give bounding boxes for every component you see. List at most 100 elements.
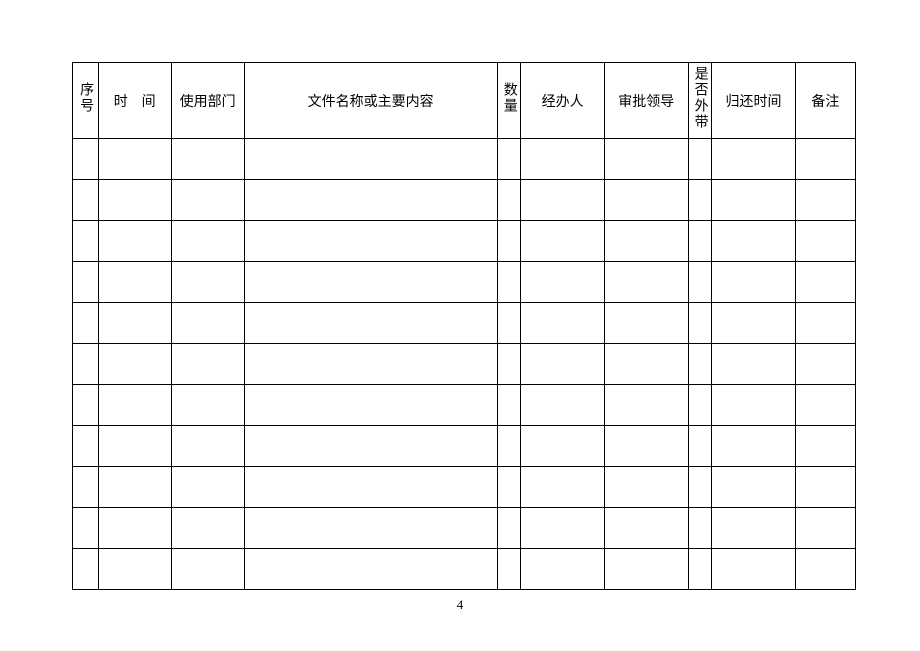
cell-remark — [795, 426, 855, 467]
cell-dept — [171, 344, 244, 385]
cell-handler — [521, 139, 605, 180]
cell-return_time — [712, 385, 796, 426]
header-handler-label: 经办人 — [542, 95, 584, 110]
cell-dept — [171, 262, 244, 303]
cell-time — [98, 508, 171, 549]
cell-handler — [521, 549, 605, 590]
cell-filename — [244, 549, 497, 590]
cell-return_time — [712, 344, 796, 385]
cell-handler — [521, 385, 605, 426]
cell-takeout — [688, 262, 712, 303]
cell-time — [98, 221, 171, 262]
cell-takeout — [688, 467, 712, 508]
header-takeout: 是否外带 — [688, 63, 712, 139]
header-return-label: 归还时间 — [726, 95, 782, 110]
header-dept: 使用部门 — [171, 63, 244, 139]
cell-seq — [73, 344, 99, 385]
cell-takeout — [688, 180, 712, 221]
cell-takeout — [688, 385, 712, 426]
cell-remark — [795, 303, 855, 344]
header-seq-label: 序号 — [78, 82, 93, 114]
cell-approver — [604, 385, 688, 426]
cell-dept — [171, 385, 244, 426]
header-approver: 审批领导 — [604, 63, 688, 139]
header-qty-label: 数量 — [501, 82, 516, 114]
cell-takeout — [688, 426, 712, 467]
cell-seq — [73, 221, 99, 262]
cell-time — [98, 467, 171, 508]
header-dept-label: 使用部门 — [180, 95, 236, 110]
cell-qty — [497, 549, 521, 590]
cell-return_time — [712, 508, 796, 549]
cell-approver — [604, 508, 688, 549]
cell-seq — [73, 180, 99, 221]
table-row — [73, 549, 856, 590]
cell-handler — [521, 180, 605, 221]
header-qty: 数量 — [497, 63, 521, 139]
header-filename-label: 文件名称或主要内容 — [308, 95, 434, 110]
cell-qty — [497, 508, 521, 549]
cell-approver — [604, 262, 688, 303]
cell-time — [98, 180, 171, 221]
cell-return_time — [712, 549, 796, 590]
cell-takeout — [688, 303, 712, 344]
cell-filename — [244, 344, 497, 385]
cell-seq — [73, 385, 99, 426]
cell-dept — [171, 221, 244, 262]
cell-filename — [244, 508, 497, 549]
cell-qty — [497, 385, 521, 426]
cell-filename — [244, 426, 497, 467]
cell-filename — [244, 262, 497, 303]
cell-seq — [73, 139, 99, 180]
cell-approver — [604, 221, 688, 262]
cell-remark — [795, 262, 855, 303]
cell-qty — [497, 180, 521, 221]
header-seq: 序号 — [73, 63, 99, 139]
cell-seq — [73, 467, 99, 508]
cell-handler — [521, 262, 605, 303]
page-number: 4 — [457, 597, 464, 613]
cell-approver — [604, 549, 688, 590]
cell-seq — [73, 262, 99, 303]
table-row — [73, 221, 856, 262]
cell-time — [98, 139, 171, 180]
cell-remark — [795, 180, 855, 221]
header-remark: 备注 — [795, 63, 855, 139]
cell-takeout — [688, 508, 712, 549]
cell-dept — [171, 426, 244, 467]
cell-return_time — [712, 180, 796, 221]
cell-takeout — [688, 139, 712, 180]
table-body — [73, 139, 856, 590]
cell-remark — [795, 467, 855, 508]
cell-time — [98, 303, 171, 344]
cell-return_time — [712, 303, 796, 344]
cell-qty — [497, 426, 521, 467]
header-handler: 经办人 — [521, 63, 605, 139]
cell-filename — [244, 303, 497, 344]
table-row — [73, 303, 856, 344]
cell-takeout — [688, 344, 712, 385]
cell-takeout — [688, 221, 712, 262]
cell-return_time — [712, 467, 796, 508]
cell-return_time — [712, 139, 796, 180]
cell-time — [98, 549, 171, 590]
cell-handler — [521, 467, 605, 508]
cell-approver — [604, 467, 688, 508]
cell-qty — [497, 221, 521, 262]
cell-dept — [171, 303, 244, 344]
cell-filename — [244, 180, 497, 221]
cell-seq — [73, 426, 99, 467]
cell-takeout — [688, 549, 712, 590]
header-takeout-label: 是否外带 — [692, 66, 707, 130]
cell-remark — [795, 344, 855, 385]
header-time: 时 间 — [98, 63, 171, 139]
header-filename: 文件名称或主要内容 — [244, 63, 497, 139]
cell-return_time — [712, 426, 796, 467]
cell-seq — [73, 303, 99, 344]
header-time-label: 时 间 — [114, 95, 156, 110]
cell-remark — [795, 221, 855, 262]
cell-handler — [521, 426, 605, 467]
table-row — [73, 385, 856, 426]
cell-dept — [171, 549, 244, 590]
header-approver-label: 审批领导 — [618, 95, 674, 110]
